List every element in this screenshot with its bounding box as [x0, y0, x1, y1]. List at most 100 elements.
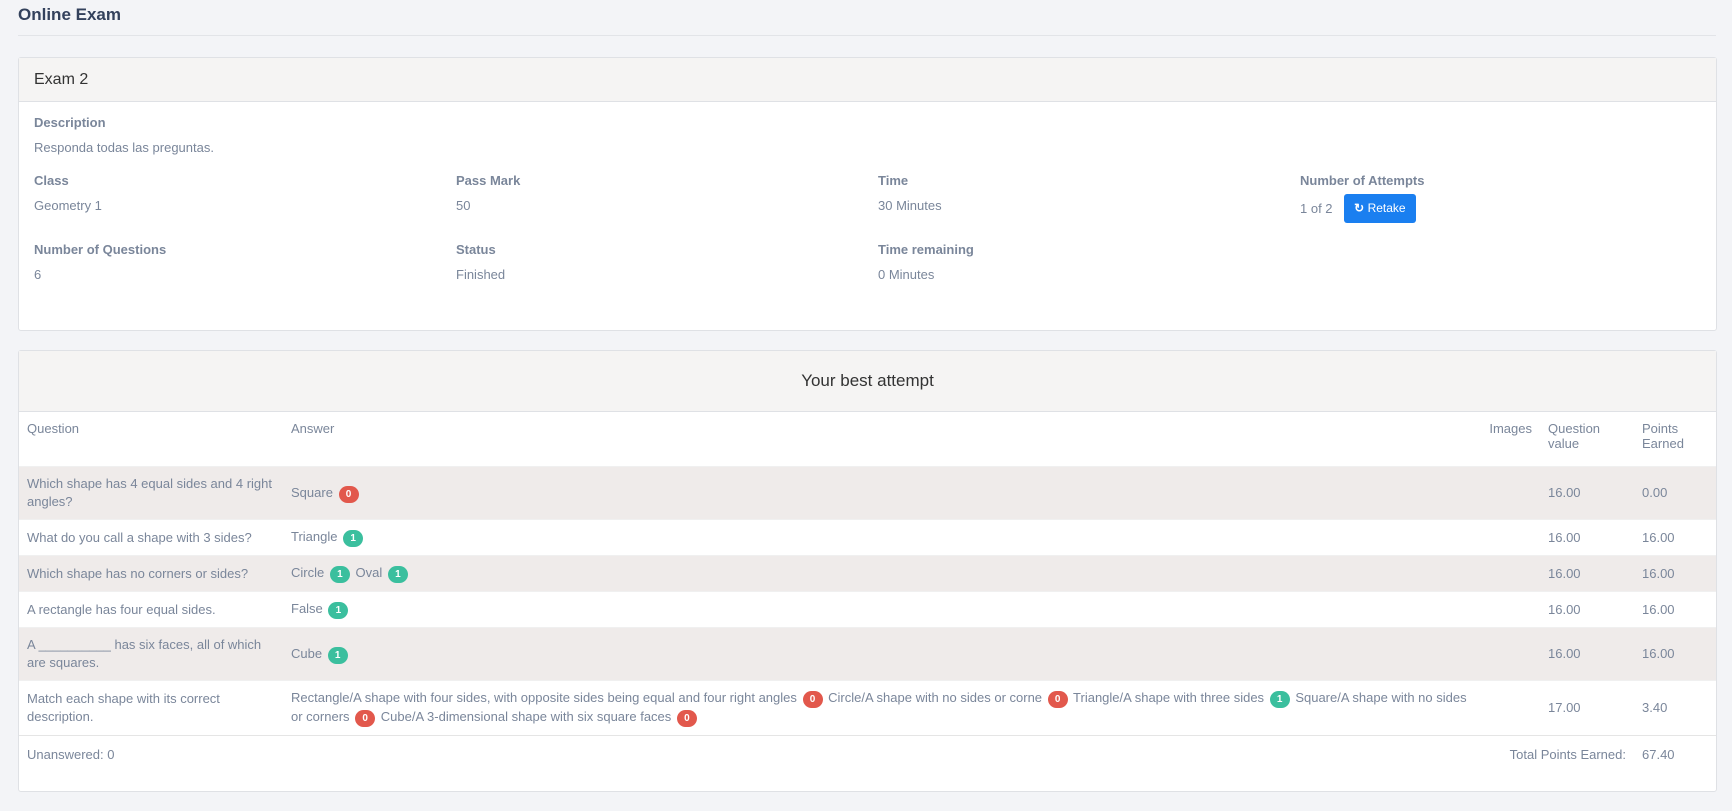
unanswered-count: Unanswered: 0 [19, 735, 283, 772]
pass-mark-label: Pass Mark [456, 173, 521, 188]
class-label: Class [34, 173, 69, 188]
question-cell: Which shape has no corners or sides? [19, 555, 283, 592]
undo-icon: ↻ [1354, 201, 1365, 215]
time-label: Time [878, 173, 909, 188]
images-cell [1481, 591, 1540, 628]
images-cell [1481, 519, 1540, 556]
results-table: Question Answer Images Question value Po… [19, 412, 1716, 772]
page-title: Online Exam [18, 5, 121, 24]
points-earned-cell: 16.00 [1634, 591, 1716, 628]
answer-text: Circle [291, 565, 325, 580]
status-label: Status [456, 242, 496, 257]
time-remaining-label: Time remaining [878, 242, 974, 257]
question-value-cell: 16.00 [1540, 466, 1634, 520]
question-cell: Match each shape with its correct descri… [19, 680, 283, 736]
col-points-earned: Points Earned [1642, 421, 1684, 451]
points-earned-cell: 16.00 [1634, 555, 1716, 592]
table-row: What do you call a shape with 3 sides? Tr… [19, 519, 1716, 556]
questions-label: Number of Questions [34, 242, 167, 257]
best-attempt-heading: Your best attempt [19, 351, 1716, 412]
score-badge: 1 [343, 530, 364, 547]
col-question-value: Question value [1548, 421, 1601, 451]
points-earned-cell: 16.00 [1634, 519, 1716, 556]
col-question: Question [27, 421, 80, 436]
exam-details-card: Exam 2 Description Responda todas las pr… [18, 57, 1717, 331]
score-badge: 0 [355, 710, 376, 727]
class-value: Geometry 1 [34, 198, 102, 213]
answer-text: Rectangle/A shape with four sides, with … [291, 690, 797, 705]
col-answer: Answer [291, 421, 335, 436]
table-row: A __________ has six faces, all of which… [19, 627, 1716, 681]
score-badge: 1 [387, 566, 408, 583]
total-value: 67.40 [1634, 735, 1716, 772]
points-earned-cell: 16.00 [1634, 627, 1716, 681]
answer-text: Cube/A 3-dimensional shape with six squa… [380, 709, 672, 724]
best-attempt-card: Your best attempt Question Answer Images… [18, 350, 1717, 792]
answer-cell: Circle 1 Oval 1 [283, 555, 1482, 592]
answer-text: False [291, 601, 323, 616]
time-field: Time 30 Minutes [878, 173, 942, 213]
points-earned-cell: 0.00 [1634, 466, 1716, 520]
attempts-field: Number of Attempts 1 of 2 ↻ Retake [1300, 173, 1424, 223]
question-value-cell: 16.00 [1540, 555, 1634, 592]
attempts-value: 1 of 2 [1300, 201, 1333, 216]
score-badge: 1 [329, 566, 350, 583]
answer-text: Triangle/A shape with three sides [1073, 690, 1265, 705]
question-cell: What do you call a shape with 3 sides? [19, 519, 283, 556]
answer-text: Circle/A shape with no sides or corne [828, 690, 1043, 705]
points-earned-cell: 3.40 [1634, 680, 1716, 736]
question-value-cell: 16.00 [1540, 627, 1634, 681]
table-footer-row: Unanswered: 0 Total Points Earned: 67.40 [19, 735, 1716, 772]
description-label: Description [34, 115, 106, 130]
questions-value: 6 [34, 267, 42, 282]
status-field: Status Finished [456, 242, 505, 282]
time-remaining-field: Time remaining 0 Minutes [878, 242, 974, 282]
results-body: Which shape has 4 equal sides and 4 righ… [19, 466, 1716, 736]
question-value-cell: 16.00 [1540, 519, 1634, 556]
answer-cell: Cube 1 [283, 627, 1482, 681]
answer-cell: Triangle 1 [283, 519, 1482, 556]
table-row: Which shape has 4 equal sides and 4 righ… [19, 466, 1716, 520]
exam-name: Exam 2 [19, 58, 1716, 102]
images-cell [1481, 555, 1540, 592]
col-images: Images [1489, 421, 1532, 436]
time-value: 30 Minutes [878, 198, 942, 213]
answer-cell: False 1 [283, 591, 1482, 628]
question-value-cell: 17.00 [1540, 680, 1634, 736]
total-label: Total Points Earned: [283, 735, 1634, 772]
table-header-row: Question Answer Images Question value Po… [19, 412, 1716, 467]
time-remaining-value: 0 Minutes [878, 267, 935, 282]
answer-text: Cube [291, 645, 323, 661]
images-cell [1481, 466, 1540, 520]
images-cell [1481, 680, 1540, 736]
description-field: Description Responda todas las preguntas… [34, 115, 214, 155]
pass-mark-field: Pass Mark 50 [456, 173, 520, 213]
answer-cell: Square 0 [283, 466, 1482, 520]
images-cell [1481, 627, 1540, 681]
question-cell: A __________ has six faces, all of which… [19, 627, 283, 681]
answer-text: Triangle [291, 529, 338, 544]
score-badge: 1 [327, 646, 348, 664]
score-badge: 0 [338, 485, 359, 503]
description-value: Responda todas las preguntas. [34, 140, 214, 155]
attempts-label: Number of Attempts [1300, 173, 1425, 188]
attempts-row: 1 of 2 ↻ Retake [1300, 194, 1424, 223]
answer-text: Square [291, 484, 333, 500]
class-field: Class Geometry 1 [34, 173, 102, 213]
questions-field: Number of Questions 6 [34, 242, 166, 282]
question-value-cell: 16.00 [1540, 591, 1634, 628]
score-badge: 1 [328, 602, 349, 619]
retake-button[interactable]: ↻ Retake [1344, 194, 1416, 223]
score-badge: 1 [1269, 691, 1290, 708]
retake-label: Retake [1367, 201, 1406, 215]
table-row: Match each shape with its correct descri… [19, 680, 1716, 736]
question-cell: Which shape has 4 equal sides and 4 righ… [19, 466, 283, 520]
answer-text: Oval [355, 565, 383, 580]
table-row: A rectangle has four equal sides. False 1… [19, 591, 1716, 628]
score-badge: 0 [802, 691, 823, 708]
answer-cell: Rectangle/A shape with four sides, with … [283, 680, 1482, 736]
score-badge: 0 [676, 710, 697, 727]
status-value: Finished [456, 267, 506, 282]
pass-mark-value: 50 [456, 198, 471, 213]
question-cell: A rectangle has four equal sides. [19, 591, 283, 628]
